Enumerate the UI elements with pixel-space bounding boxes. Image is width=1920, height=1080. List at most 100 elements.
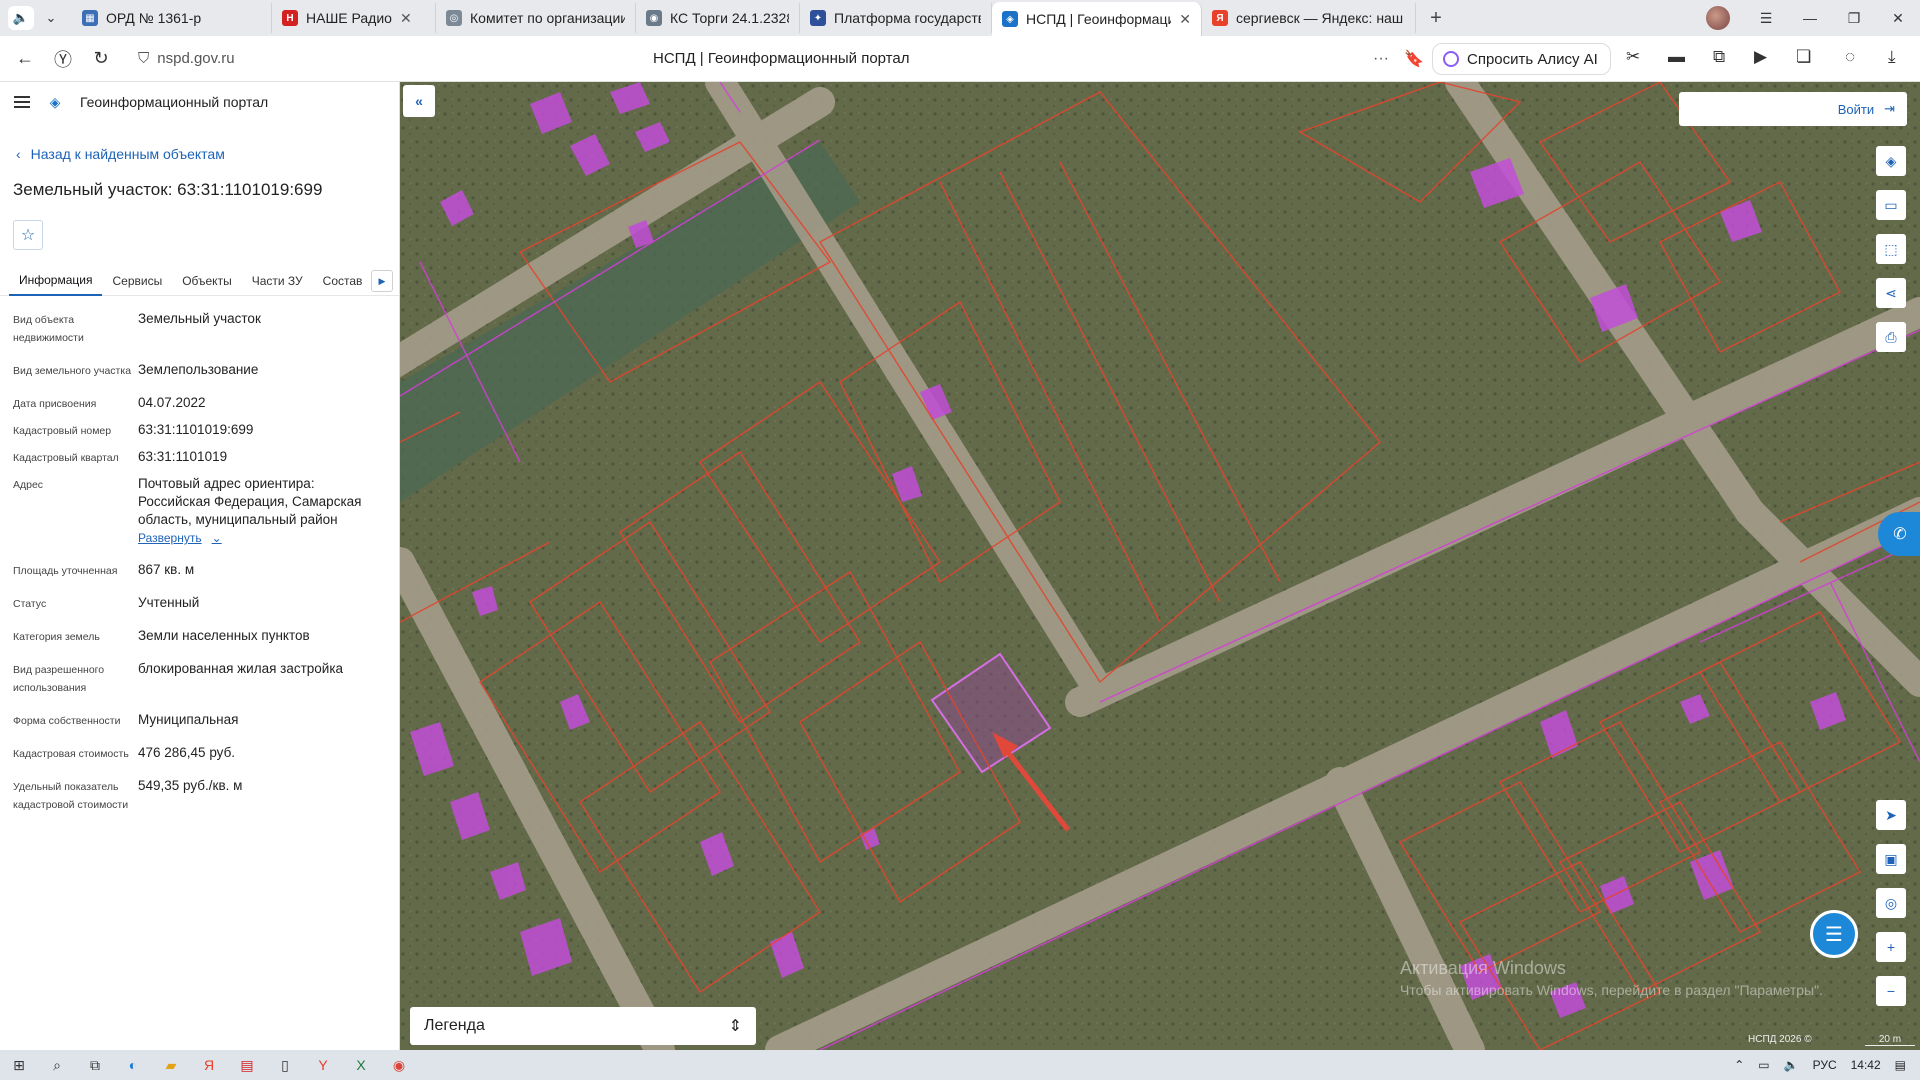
- property-value: 63:31:1101019: [138, 449, 228, 464]
- reload-icon[interactable]: ↻: [82, 48, 120, 69]
- page-title: НСПД | Геоинформационный портал: [653, 50, 910, 67]
- search-icon[interactable]: ⌕: [38, 1057, 76, 1074]
- collections-icon[interactable]: ❏: [1796, 47, 1811, 67]
- browser-tab[interactable]: Ясергиевск — Яндекс: наш: [1202, 3, 1416, 33]
- minimize-button[interactable]: —: [1788, 10, 1832, 26]
- puzzle-icon[interactable]: ⧉: [1713, 47, 1725, 67]
- chrome-icon[interactable]: ◉: [380, 1057, 418, 1074]
- favorite-star-button[interactable]: ☆: [13, 220, 43, 250]
- tab-parts[interactable]: Части ЗУ: [242, 266, 313, 296]
- collapse-panel-button[interactable]: «: [403, 85, 435, 117]
- network-icon[interactable]: ▭: [1758, 1058, 1769, 1072]
- tab-objects[interactable]: Объекты: [172, 266, 242, 296]
- close-tab-icon[interactable]: ✕: [1179, 11, 1191, 28]
- property-value: 867 кв. м: [138, 562, 195, 577]
- profile-avatar[interactable]: [1706, 6, 1730, 30]
- copyright-label: НСПД 2026 ©: [1748, 1034, 1812, 1045]
- edge-icon[interactable]: ◐: [114, 1057, 152, 1073]
- property-row: Вид разрешенного использования блокирован…: [0, 660, 399, 697]
- task-view-icon[interactable]: ⧉: [76, 1057, 114, 1074]
- ruler-icon[interactable]: ▭: [1876, 190, 1906, 220]
- property-value: Землепользование: [138, 362, 259, 377]
- tab-favicon-icon: ✦: [810, 10, 826, 26]
- login-icon: ⇥: [1884, 101, 1895, 116]
- downloads-icon[interactable]: ⤓: [1888, 47, 1896, 67]
- tab-services[interactable]: Сервисы: [102, 266, 172, 296]
- back-arrow-icon[interactable]: ←: [6, 48, 44, 69]
- property-key: Статус: [13, 598, 47, 610]
- sync-icon[interactable]: ◌: [1845, 47, 1855, 67]
- restore-button[interactable]: ❐: [1832, 10, 1876, 27]
- chevron-down-icon[interactable]: ⌄: [38, 6, 64, 30]
- yandex-icon[interactable]: Ⓨ: [44, 46, 82, 72]
- chevron-down-icon: ⌄: [211, 531, 222, 545]
- alisa-button[interactable]: Спросить Алису AI: [1432, 43, 1611, 75]
- chat-button[interactable]: ☰: [1810, 910, 1858, 958]
- back-to-results-link[interactable]: ‹ Назад к найденным объектам: [16, 146, 399, 162]
- zoom-out-button[interactable]: −: [1876, 976, 1906, 1006]
- clock[interactable]: 14:42: [1851, 1058, 1881, 1072]
- property-key: Категория земель: [13, 631, 100, 643]
- browser-tab[interactable]: Н НАШЕ Радио ✕: [272, 3, 436, 33]
- zoom-in-button[interactable]: +: [1876, 932, 1906, 962]
- print-icon[interactable]: ⎙: [1876, 322, 1906, 352]
- property-value: 04.07.2022: [138, 395, 206, 410]
- browser-tab[interactable]: ◈ НСПД | Геоинформаци ✕: [992, 2, 1202, 36]
- browser-tab[interactable]: ▦ ОРД № 1361-р: [72, 3, 272, 33]
- hat-icon[interactable]: ▬: [1668, 47, 1685, 67]
- tools-icon[interactable]: ✂: [1626, 47, 1640, 67]
- menu-icon[interactable]: ☰: [1744, 10, 1788, 27]
- expand-address-link[interactable]: Развернуть ⌄: [138, 529, 222, 547]
- windows-start-icon[interactable]: ⊞: [0, 1057, 38, 1074]
- hamburger-icon[interactable]: [14, 96, 30, 108]
- property-row: Кадастровый квартал 63:31:1101019: [0, 448, 399, 467]
- property-row: Площадь уточненная 867 кв. м: [0, 561, 399, 580]
- new-tab-button[interactable]: +: [1422, 4, 1450, 32]
- document-icon[interactable]: ▯: [266, 1057, 304, 1074]
- alisa-icon: [1443, 51, 1459, 67]
- property-value: блокированная жилая застройка: [138, 661, 344, 676]
- yandex-browser-icon[interactable]: Y: [304, 1057, 342, 1073]
- url-field[interactable]: ⛉ nspd.gov.ru: [138, 50, 235, 67]
- pdf-icon[interactable]: ▤: [228, 1057, 266, 1074]
- language-indicator[interactable]: РУС: [1813, 1058, 1837, 1072]
- chevron-up-icon[interactable]: ⌃: [1734, 1058, 1744, 1072]
- locate-icon[interactable]: ➤: [1876, 800, 1906, 830]
- property-value: 549,35 руб./кв. м: [138, 778, 243, 793]
- basemap-icon[interactable]: ▣: [1876, 844, 1906, 874]
- close-window-button[interactable]: ✕: [1876, 10, 1920, 27]
- bookmark-icon[interactable]: 🔖: [1404, 49, 1424, 69]
- more-icon[interactable]: ···: [1373, 50, 1389, 68]
- geolocation-icon[interactable]: ◎: [1876, 888, 1906, 918]
- speaker-icon[interactable]: 🔈: [8, 6, 34, 30]
- layers-icon[interactable]: ◈: [1876, 146, 1906, 176]
- notifications-icon[interactable]: ▤: [1895, 1058, 1906, 1072]
- property-row: Удельный показатель кадастровой стоимост…: [0, 777, 399, 814]
- video-icon[interactable]: ▶: [1754, 47, 1767, 67]
- tabs-next-arrow-icon[interactable]: ▶: [371, 270, 393, 292]
- satellite-map[interactable]: [400, 82, 1920, 1050]
- browser-tab[interactable]: ◎ Комитет по организации: [436, 3, 636, 33]
- map-view[interactable]: « Войти ⇥ ◈ ▭ ⬚ ⋖ ⎙ ✆ ➤ ▣ ◎ ☰ + − Легенд…: [400, 82, 1920, 1050]
- tab-title: ОРД № 1361-р: [106, 10, 202, 26]
- help-widget-icon[interactable]: ✆: [1878, 512, 1920, 556]
- close-tab-icon[interactable]: ✕: [400, 10, 412, 27]
- volume-icon[interactable]: 🔈: [1784, 1058, 1799, 1072]
- login-button[interactable]: Войти ⇥: [1679, 92, 1907, 126]
- legend-dropdown[interactable]: Легенда ⇕: [410, 1007, 756, 1045]
- system-tray: ⌃ ▭ 🔈 РУС 14:42 ▤: [1734, 1050, 1920, 1080]
- select-area-icon[interactable]: ⬚: [1876, 234, 1906, 264]
- property-key: Удельный показатель кадастровой стоимост…: [13, 781, 129, 811]
- yandex-app-icon[interactable]: Я: [190, 1057, 228, 1073]
- object-title: Земельный участок: 63:31:1101019:699: [13, 180, 323, 199]
- browser-tab[interactable]: ✦ Платформа государстве: [800, 3, 992, 33]
- property-value: Земли населенных пунктов: [138, 628, 310, 643]
- explorer-icon[interactable]: ▰: [152, 1057, 190, 1074]
- property-row: Вид земельного участка Землепользование: [0, 361, 399, 380]
- property-row: Форма собственности Муниципальная: [0, 711, 399, 730]
- tab-composition[interactable]: Состав: [313, 266, 373, 296]
- share-icon[interactable]: ⋖: [1876, 278, 1906, 308]
- browser-tab[interactable]: ◉ КС Торги 24.1.2328.824: [636, 3, 800, 33]
- excel-icon[interactable]: X: [342, 1057, 380, 1073]
- tab-info[interactable]: Информация: [9, 266, 103, 296]
